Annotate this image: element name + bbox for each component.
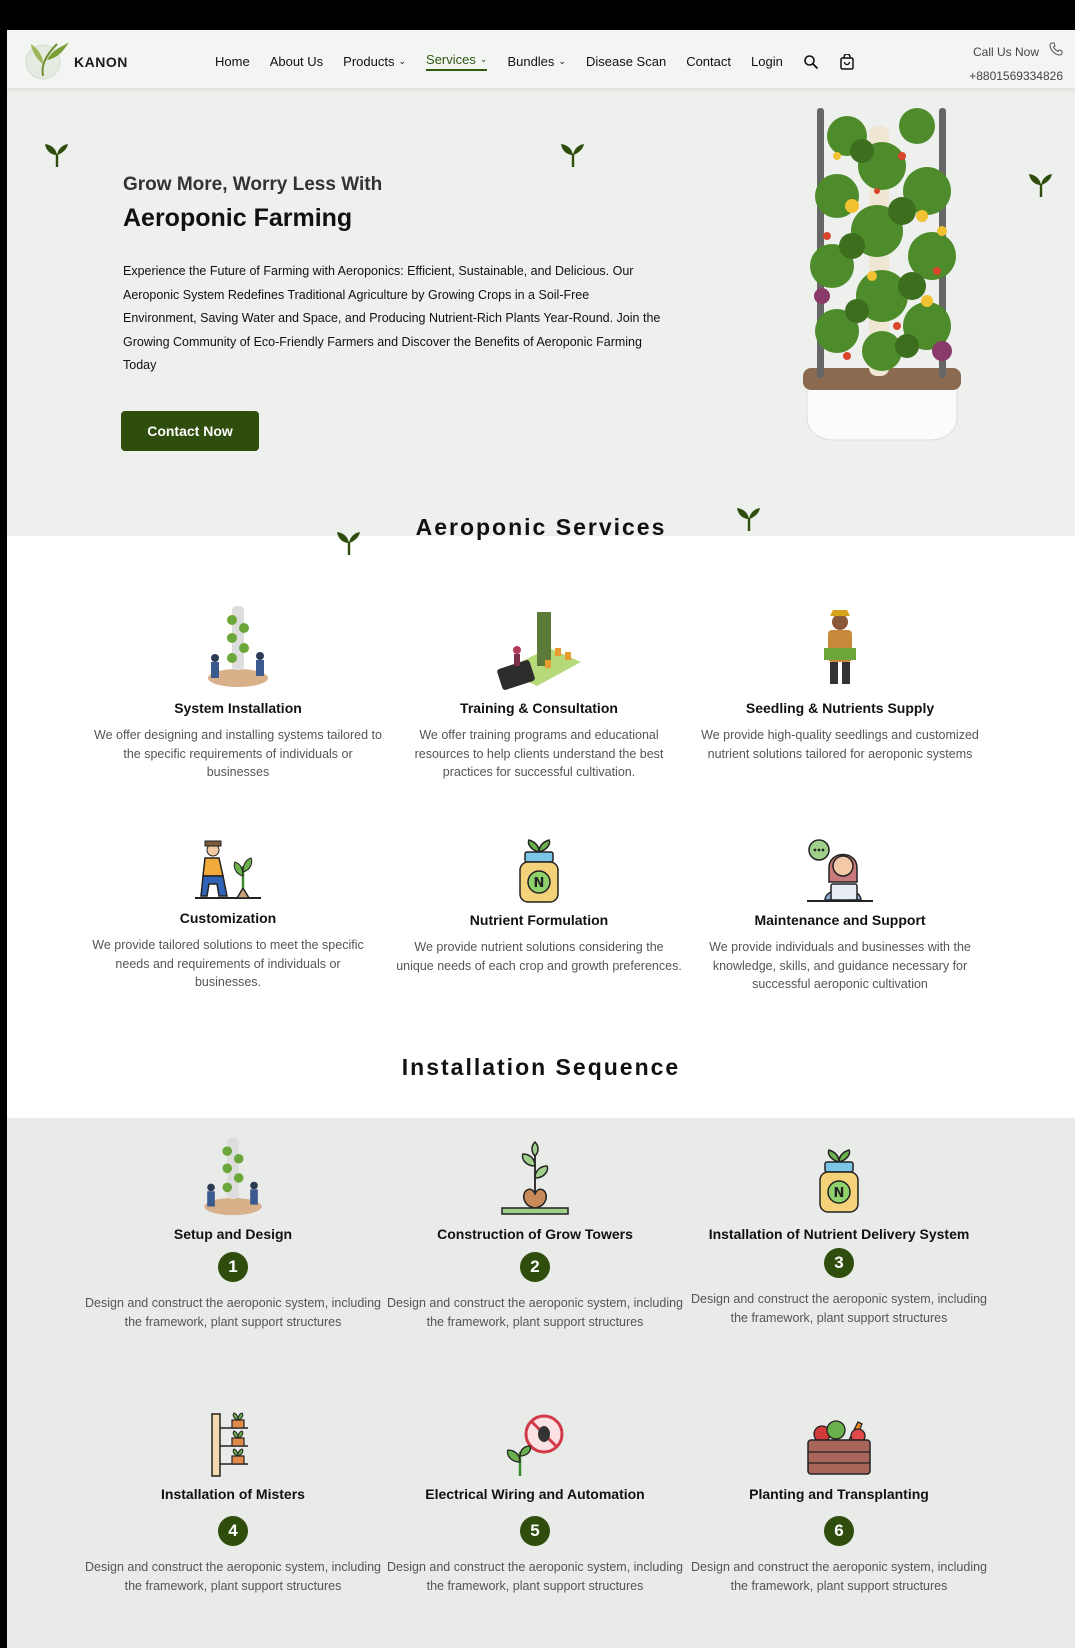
sprout-icon <box>337 532 360 555</box>
chevron-down-icon: ⌄ <box>398 56 407 66</box>
hero-subtitle: Grow More, Worry Less With <box>123 174 383 195</box>
service-card: Seedling & Nutrients Supply We provide h… <box>695 600 985 763</box>
sequence-step: Electrical Wiring and Automation 5 Desig… <box>385 1412 685 1595</box>
gardener-icon <box>195 840 261 899</box>
service-card: Training & Consultation We offer trainin… <box>394 600 684 782</box>
service-description: We provide high-quality seedlings and cu… <box>701 728 979 761</box>
step-number-badge: 4 <box>218 1516 248 1546</box>
nav-about-us[interactable]: About Us <box>270 54 323 69</box>
vertical-rack-icon <box>211 1412 248 1477</box>
service-title: Nutrient Formulation <box>469 912 609 928</box>
step-title: Construction of Grow Towers <box>437 1226 633 1242</box>
nav-products[interactable]: Products ⌄ <box>343 54 406 69</box>
service-card: System Installation We offer designing a… <box>93 600 383 782</box>
nav-home[interactable]: Home <box>215 54 250 69</box>
step-title: Installation of Misters <box>161 1486 305 1502</box>
brand-name[interactable]: KANON <box>74 54 128 70</box>
service-title: Seedling & Nutrients Supply <box>745 700 935 716</box>
service-description: We provide individuals and businesses wi… <box>709 940 971 991</box>
page: KANON Home About Us Products ⌄ Services ⌄ … <box>7 30 1075 1648</box>
service-card: Maintenance and Support We provide indiv… <box>695 838 985 994</box>
step-number-badge: 1 <box>218 1252 248 1282</box>
service-description: We provide tailored solutions to meet th… <box>92 938 364 989</box>
logo-icon[interactable] <box>23 38 71 82</box>
training-phone-icon <box>497 612 581 690</box>
services-title: Aeroponic Services <box>415 514 667 540</box>
hero-description: Experience the Future of Farming with Ae… <box>123 264 661 372</box>
phone-number: +8801569334826 <box>969 69 1063 83</box>
service-description: We offer training programs and education… <box>414 728 664 779</box>
svg-text:N: N <box>534 876 545 891</box>
step-description: Design and construct the aeroponic syste… <box>387 1296 683 1329</box>
nav-contact[interactable]: Contact <box>686 54 731 69</box>
search-icon[interactable] <box>803 54 819 70</box>
nav-login[interactable]: Login <box>751 54 783 69</box>
sequence-step: Installation of Misters 4 Design and con… <box>83 1412 383 1595</box>
call-us[interactable]: Call Us Now +8801569334826 <box>969 40 1063 88</box>
sequence-title: Installation Sequence <box>401 1054 681 1080</box>
step-number-badge: 2 <box>520 1252 550 1282</box>
step-title: Installation of Nutrient Delivery System <box>708 1226 970 1242</box>
sprout-icon <box>561 144 584 167</box>
main-nav: Home About Us Products ⌄ Services ⌄ Bundle… <box>215 52 875 71</box>
service-title: Maintenance and Support <box>754 912 926 928</box>
nav-disease-scan[interactable]: Disease Scan <box>586 54 666 69</box>
step-description: Design and construct the aeroponic syste… <box>85 1560 381 1593</box>
step-number-badge: 6 <box>824 1516 854 1546</box>
chevron-down-icon: ⌄ <box>558 56 566 66</box>
tower-installation-icon <box>204 1137 262 1216</box>
service-description: We provide nutrient solutions considerin… <box>396 940 682 973</box>
pest-control-icon <box>506 1414 564 1476</box>
step-description: Design and construct the aeroponic syste… <box>387 1560 683 1593</box>
svg-text:N: N <box>834 1186 845 1201</box>
aeroponic-tower-image <box>803 108 961 441</box>
shopping-bag-icon[interactable] <box>839 53 855 70</box>
sequence-step: Setup and Design 1 Design and construct … <box>83 1132 383 1331</box>
seedling-icon <box>501 1140 569 1215</box>
vegetable-crate-icon <box>807 1420 871 1475</box>
nutrient-bottle-icon: N <box>819 1149 859 1213</box>
step-title: Setup and Design <box>173 1226 293 1242</box>
sprout-icon <box>45 144 68 167</box>
contact-now-button[interactable]: Contact Now <box>121 411 259 451</box>
step-title: Electrical Wiring and Automation <box>425 1486 645 1502</box>
service-description: We offer designing and installing system… <box>94 728 382 779</box>
hero-section: Grow More, Worry Less With Aeroponic Far… <box>7 88 1075 536</box>
step-description: Design and construct the aeroponic syste… <box>691 1292 987 1325</box>
nav-services[interactable]: Services ⌄ <box>426 52 488 71</box>
nav-bundles[interactable]: Bundles ⌄ <box>507 54 566 69</box>
farmer-icon <box>824 610 856 684</box>
hero-title: Aeroponic Farming <box>123 204 353 232</box>
site-header: KANON Home About Us Products ⌄ Services ⌄ … <box>7 30 1075 88</box>
phone-icon <box>1049 42 1063 56</box>
tower-installation-icon <box>208 606 268 687</box>
step-number-badge: 3 <box>824 1248 854 1278</box>
step-title: Planting and Transplanting <box>749 1486 929 1502</box>
sequence-step: Construction of Grow Towers 2 Design and… <box>385 1132 685 1331</box>
sequence-step: Planting and Transplanting 6 Design and … <box>689 1412 989 1595</box>
service-card: N Nutrient Formulation We provide nutrie… <box>394 838 684 975</box>
support-agent-icon <box>807 839 873 902</box>
service-title: Training & Consultation <box>460 700 618 716</box>
sprout-icon <box>1029 174 1052 197</box>
call-label: Call Us Now <box>972 45 1039 59</box>
chevron-down-icon: ⌄ <box>479 54 488 64</box>
service-title: Customization <box>179 910 277 926</box>
step-description: Design and construct the aeroponic syste… <box>691 1560 987 1593</box>
step-number-badge: 5 <box>520 1516 550 1546</box>
nutrient-bottle-icon: N <box>519 839 559 903</box>
sequence-step: N Installation of Nutrient Delivery Syst… <box>689 1132 989 1327</box>
service-title: System Installation <box>174 700 302 716</box>
sprout-icon <box>737 508 760 531</box>
step-description: Design and construct the aeroponic syste… <box>85 1296 381 1329</box>
service-card: Customization We provide tailored soluti… <box>83 838 373 992</box>
